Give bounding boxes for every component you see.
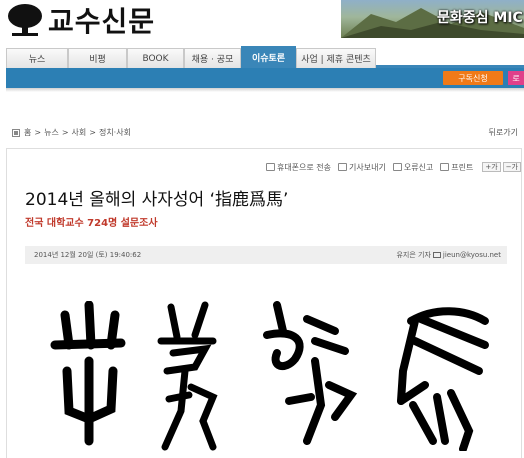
breadcrumb-sep: >: [34, 128, 42, 137]
printer-icon: [440, 163, 450, 171]
mail-icon: [338, 163, 348, 171]
banner-text: 문화중심 MIC: [437, 10, 523, 26]
main-nav: 뉴스 비평 BOOK 채용 · 공모 이슈토론 사업 | 제휴 콘텐츠: [6, 46, 524, 68]
print-label: 프린트: [451, 162, 474, 172]
tab-recruit[interactable]: 채용 · 공모: [184, 48, 241, 68]
nav-shadow: [6, 88, 524, 92]
login-label: 로: [512, 73, 520, 83]
article-box: 휴대폰으로 전송 기사보내기 오류신고 프린트 +가 −가 2014년 올해의 …: [6, 148, 522, 458]
phone-icon: [265, 163, 275, 171]
sub-nav-bar: 구독신청 로: [6, 68, 524, 88]
ad-banner[interactable]: 문화중심 MIC: [341, 0, 524, 38]
send-phone-button[interactable]: 휴대폰으로 전송: [265, 162, 332, 173]
report-error-label: 오류신고: [403, 162, 434, 172]
breadcrumb: 홈 > 뉴스 > 사회 > 정치·사회: [12, 127, 134, 138]
breadcrumb-politics[interactable]: 정치·사회: [99, 127, 131, 138]
tab-business[interactable]: 사업 | 제휴 콘텐츠: [296, 48, 376, 68]
tab-review[interactable]: 비평: [68, 48, 127, 68]
login-button[interactable]: 로: [508, 71, 524, 85]
font-decrease-button[interactable]: −가: [502, 162, 521, 172]
tree-icon: [8, 4, 42, 36]
article-byline: 유지은 기자 jieun@kyosu.net: [396, 250, 501, 260]
glyph-wei: [263, 301, 358, 445]
site-logo[interactable]: 교수신문: [6, 2, 155, 38]
breadcrumb-news[interactable]: 뉴스: [44, 127, 59, 138]
breadcrumb-sep: >: [89, 128, 96, 137]
logo-text: 교수신문: [48, 5, 156, 38]
tab-issue-debate[interactable]: 이슈토론: [241, 46, 296, 68]
report-error-button[interactable]: 오류신고: [392, 162, 434, 173]
article-meta: 2014년 12월 20일 (토) 19:40:62 유지은 기자 jieun@…: [25, 246, 507, 264]
article-date: 2014년 12월 20일 (토) 19:40:62: [34, 251, 142, 259]
glyph-zhi: [50, 301, 126, 446]
glyph-ma: [397, 307, 489, 451]
back-link[interactable]: 뒤로가기: [489, 127, 518, 138]
print-button[interactable]: 프린트: [440, 162, 473, 173]
author-email[interactable]: jieun@kyosu.net: [443, 251, 501, 259]
home-icon[interactable]: [12, 128, 20, 137]
author-name: 유지은 기자: [396, 251, 431, 259]
subscribe-label: 구독신청: [458, 73, 488, 83]
article-subtitle: 전국 대학교수 724명 설문조사: [25, 218, 158, 229]
alert-icon: [392, 163, 402, 171]
subscribe-button[interactable]: 구독신청: [443, 71, 503, 85]
tab-news[interactable]: 뉴스: [6, 48, 68, 68]
send-article-button[interactable]: 기사보내기: [338, 162, 386, 173]
mail-icon: [432, 252, 441, 258]
oracle-bone-script-image: [50, 301, 489, 451]
glyph-lu: [157, 301, 218, 451]
font-increase-button[interactable]: +가: [482, 162, 501, 172]
tab-book[interactable]: BOOK: [127, 48, 184, 68]
send-article-label: 기사보내기: [349, 162, 386, 172]
breadcrumb-home[interactable]: 홈: [24, 127, 31, 138]
breadcrumb-sep: >: [61, 128, 69, 137]
breadcrumb-society[interactable]: 사회: [72, 127, 87, 138]
site-header: 교수신문 문화중심 MIC: [0, 0, 524, 44]
article-title: 2014년 올해의 사자성어 ‘指鹿爲馬’: [25, 190, 289, 210]
article-tools: 휴대폰으로 전송 기사보내기 오류신고 프린트 +가 −가: [265, 161, 521, 173]
send-phone-label: 휴대폰으로 전송: [276, 162, 332, 172]
